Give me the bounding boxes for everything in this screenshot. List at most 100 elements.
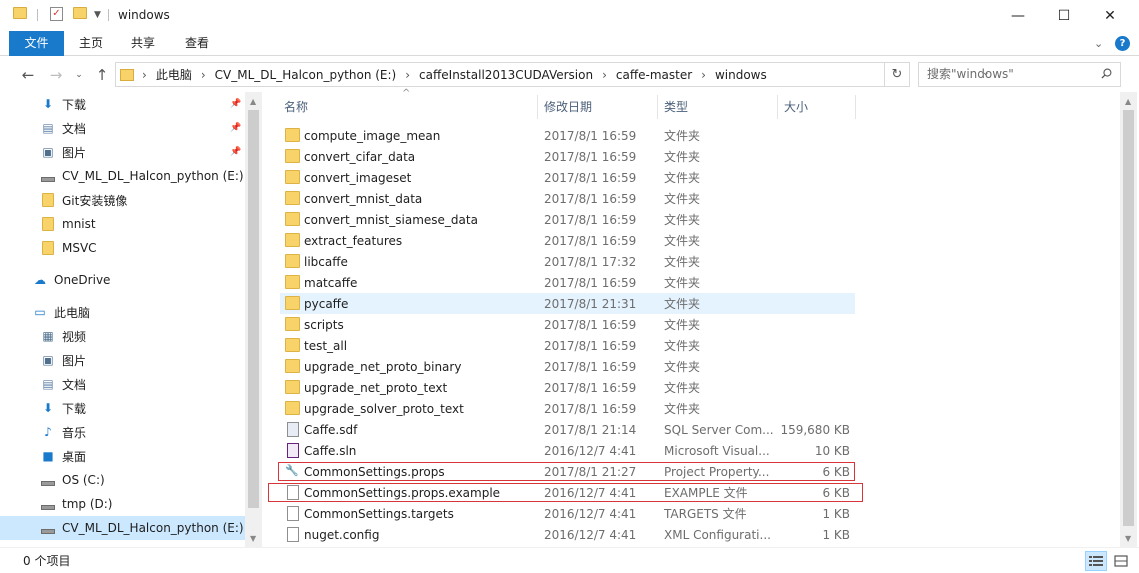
pin-icon[interactable]: 📌 (230, 99, 241, 109)
recent-locations-button[interactable]: ⌄ (68, 65, 90, 85)
back-button[interactable]: ← (17, 65, 39, 85)
file-date: 2017/8/1 16:59 (544, 212, 637, 227)
file-row[interactable]: test_all 2017/8/1 16:59 文件夹 (280, 335, 855, 356)
nav-item[interactable]: ▣ 图片 (0, 348, 245, 372)
minimize-button[interactable]: — (995, 0, 1041, 31)
nav-item[interactable]: CV_ML_DL_Halcon_python (E:) (0, 516, 245, 540)
nav-item[interactable]: ⬇ 下载 📌 (0, 92, 245, 116)
file-date: 2017/8/1 16:59 (544, 233, 637, 248)
search-input[interactable]: 搜索"windows" (918, 62, 1121, 87)
column-divider[interactable] (855, 95, 856, 119)
nav-item[interactable]: ▤ 文档 📌 (0, 116, 245, 140)
file-type: 文件夹 (664, 381, 701, 395)
file-row[interactable]: upgrade_net_proto_text 2017/8/1 16:59 文件夹 (280, 377, 855, 398)
tab-file[interactable]: 文件 (9, 31, 64, 56)
large-icons-view-button[interactable] (1110, 551, 1132, 571)
breadcrumb-windows[interactable]: windows (715, 68, 767, 82)
navigation-scrollbar-thumb[interactable] (248, 110, 259, 508)
file-row[interactable]: CommonSettings.targets 2016/12/7 4:41 TARG… (280, 503, 855, 524)
file-row[interactable]: compute_image_mean 2017/8/1 16:59 文件夹 (280, 125, 855, 146)
column-header-type[interactable]: 类型 (664, 95, 688, 119)
breadcrumb-separator-icon[interactable]: › (201, 68, 206, 82)
nav-item[interactable]: ▭ 此电脑 (0, 300, 245, 324)
nav-item[interactable]: ▣ 图片 📌 (0, 140, 245, 164)
file-type: TARGETS 文件 (664, 507, 747, 521)
file-row[interactable]: convert_imageset 2017/8/1 16:59 文件夹 (280, 167, 855, 188)
address-bar[interactable]: › 此电脑 › CV_ML_DL_Halcon_python (E:) › ca… (115, 62, 990, 87)
nav-item[interactable]: OS (C:) (0, 468, 245, 492)
arrow-up-icon: ↑ (95, 66, 109, 84)
nav-item[interactable]: ⬇ 下载 (0, 396, 245, 420)
new-folder-button[interactable] (73, 7, 87, 19)
file-row[interactable]: Caffe.sdf 2017/8/1 21:14 SQL Server Com...… (280, 419, 855, 440)
forward-button[interactable]: → (45, 65, 67, 85)
breadcrumb-separator-icon[interactable]: › (142, 68, 147, 82)
customize-toolbar-button[interactable]: ▼ (94, 10, 101, 20)
properties-button[interactable]: ✓ (50, 7, 63, 21)
nav-item[interactable]: mnist (0, 212, 245, 236)
file-date: 2017/8/1 16:59 (544, 401, 637, 416)
file-row[interactable]: convert_mnist_siamese_data 2017/8/1 16:59… (280, 209, 855, 230)
column-divider[interactable] (777, 95, 778, 119)
breadcrumb-separator-icon[interactable]: › (602, 68, 607, 82)
nav-item[interactable]: ♪ 音乐 (0, 420, 245, 444)
nav-item[interactable]: tmp (D:) (0, 492, 245, 516)
tab-home[interactable]: 主页 (68, 31, 114, 56)
nav-item-label: OneDrive (54, 273, 111, 287)
column-divider[interactable] (657, 95, 658, 119)
column-header-name[interactable]: 名称 (284, 95, 308, 119)
nav-item[interactable]: ☁ OneDrive (0, 268, 245, 292)
file-name: Caffe.sln (304, 443, 357, 458)
up-button[interactable]: ↑ (91, 65, 113, 85)
nav-item[interactable]: ▦ 视频 (0, 324, 245, 348)
file-list-scrollbar-thumb[interactable] (1123, 110, 1134, 526)
column-header-date[interactable]: 修改日期 (544, 95, 592, 119)
file-row[interactable]: convert_mnist_data 2017/8/1 16:59 文件夹 (280, 188, 855, 209)
download-arrow-icon: ⬇ (42, 401, 54, 415)
tab-view[interactable]: 查看 (174, 31, 220, 56)
breadcrumb-caffe-master[interactable]: caffe-master (616, 68, 692, 82)
file-row[interactable]: upgrade_net_proto_binary 2017/8/1 16:59 文件… (280, 356, 855, 377)
folder-icon (73, 7, 87, 19)
folder-icon (120, 68, 134, 81)
nav-item[interactable]: Git安装镜像 (0, 188, 245, 212)
expand-ribbon-button[interactable]: ⌄ (1094, 37, 1103, 50)
file-row[interactable]: matcaffe 2017/8/1 16:59 文件夹 (280, 272, 855, 293)
nav-item[interactable]: CV_ML_DL_Halcon_python (E:) (0, 164, 245, 188)
file-row[interactable]: scripts 2017/8/1 16:59 文件夹 (280, 314, 855, 335)
column-header-size[interactable]: 大小 (784, 95, 808, 119)
document-icon: ▤ (42, 121, 54, 135)
file-row[interactable]: extract_features 2017/8/1 16:59 文件夹 (280, 230, 855, 251)
refresh-button[interactable]: ↻ (885, 62, 910, 87)
maximize-button[interactable]: ☐ (1041, 0, 1087, 31)
column-divider[interactable] (537, 95, 538, 119)
scroll-up-icon[interactable]: ▲ (1125, 97, 1131, 106)
nav-item-label: 下载 (62, 401, 87, 416)
file-row[interactable]: convert_cifar_data 2017/8/1 16:59 文件夹 (280, 146, 855, 167)
nav-item[interactable]: MSVC (0, 236, 245, 260)
breadcrumb-separator-icon[interactable]: › (701, 68, 706, 82)
nav-item[interactable]: ▤ 文档 (0, 372, 245, 396)
tab-share[interactable]: 共享 (120, 31, 166, 56)
breadcrumb-this-pc[interactable]: 此电脑 (156, 66, 192, 83)
file-name: convert_mnist_data (304, 191, 423, 206)
file-row[interactable]: Caffe.sln 2016/12/7 4:41 Microsoft Visual.… (280, 440, 855, 461)
close-button[interactable]: ✕ (1087, 0, 1133, 31)
file-row[interactable]: pycaffe 2017/8/1 21:31 文件夹 (280, 293, 855, 314)
scroll-up-icon[interactable]: ▲ (250, 97, 256, 106)
details-view-button[interactable] (1085, 551, 1107, 571)
help-icon[interactable]: ? (1115, 36, 1130, 51)
pin-icon[interactable]: 📌 (230, 147, 241, 157)
file-row[interactable]: nuget.config 2016/12/7 4:41 XML Configurat… (280, 524, 855, 545)
folder-icon (285, 170, 300, 184)
status-bar: 0 个项目 (0, 547, 1139, 573)
breadcrumb-drive-e[interactable]: CV_ML_DL_Halcon_python (E:) (215, 68, 397, 82)
file-row[interactable]: upgrade_solver_proto_text 2017/8/1 16:59 文… (280, 398, 855, 419)
scroll-down-icon[interactable]: ▼ (1125, 534, 1131, 543)
file-row[interactable]: libcaffe 2017/8/1 17:32 文件夹 (280, 251, 855, 272)
pin-icon[interactable]: 📌 (230, 123, 241, 133)
scroll-down-icon[interactable]: ▼ (250, 534, 256, 543)
nav-item[interactable]: ■ 桌面 (0, 444, 245, 468)
breadcrumb-caffe-install[interactable]: caffeInstall2013CUDAVersion (419, 68, 593, 82)
breadcrumb-separator-icon[interactable]: › (405, 68, 410, 82)
